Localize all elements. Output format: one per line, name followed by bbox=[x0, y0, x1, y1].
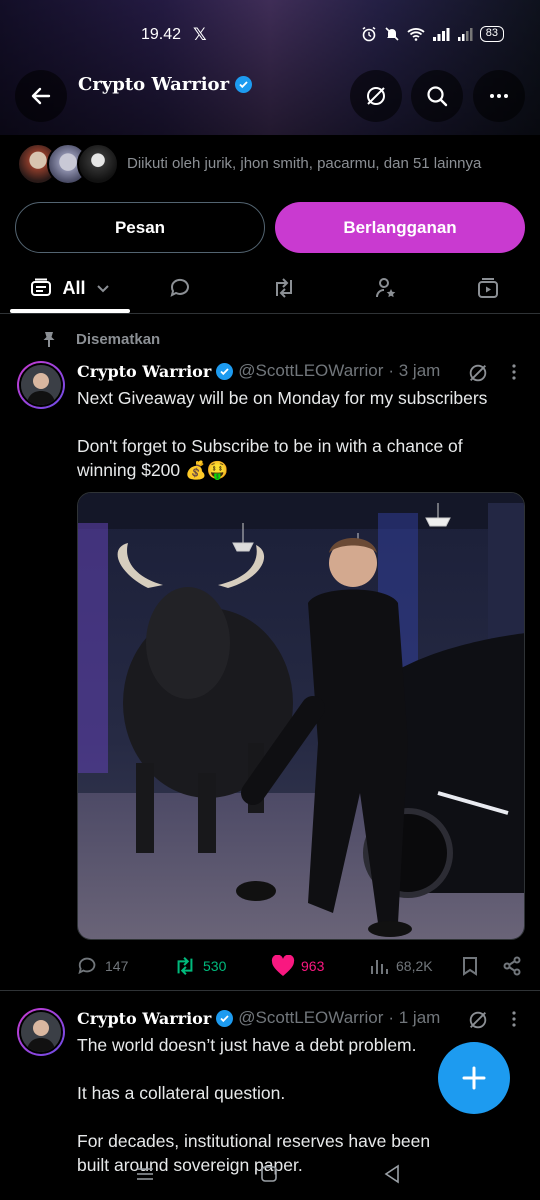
mute-icon bbox=[385, 27, 399, 41]
system-nav-bar bbox=[0, 1158, 540, 1200]
pinned-label: Disematkan bbox=[76, 330, 161, 348]
like-count: 963 bbox=[301, 958, 325, 974]
alarm-icon bbox=[362, 26, 376, 42]
profile-name: Crypto Warrior bbox=[78, 74, 230, 95]
status-bar: 19.42 𝕏 83 bbox=[0, 22, 540, 50]
grok-icon[interactable] bbox=[467, 362, 489, 384]
avatar bbox=[77, 143, 119, 185]
bookmark-icon[interactable] bbox=[461, 956, 479, 976]
profile-name-header: Crypto Warrior bbox=[78, 74, 253, 95]
reply-count: 147 bbox=[105, 958, 129, 974]
heart-icon bbox=[271, 955, 295, 976]
status-icons: 83 bbox=[361, 26, 504, 42]
tab-reposts[interactable] bbox=[258, 262, 310, 314]
post-header: Crypto Warrior @ScottLEOWarrior · 3 jam bbox=[77, 361, 440, 381]
tab-replies[interactable] bbox=[155, 262, 207, 314]
tab-all-label: All bbox=[62, 277, 86, 298]
post-actions: 147 530 963 68,2K bbox=[77, 950, 527, 982]
x-logo-icon: 𝕏 bbox=[193, 25, 207, 44]
repost-button[interactable]: 530 bbox=[173, 950, 226, 982]
post-avatar[interactable] bbox=[17, 361, 65, 409]
post-author-name[interactable]: Crypto Warrior bbox=[77, 362, 211, 381]
more-icon bbox=[490, 94, 508, 98]
verified-badge-icon bbox=[216, 1009, 234, 1027]
signal-2-icon bbox=[457, 28, 473, 41]
media-icon bbox=[478, 278, 498, 298]
top-bar: Crypto Warrior bbox=[0, 70, 540, 122]
pinned-label-row: Disematkan bbox=[40, 330, 160, 348]
battery-indicator: 83 bbox=[479, 26, 504, 42]
tab-subscriptions[interactable] bbox=[360, 262, 412, 314]
grok-button[interactable] bbox=[350, 70, 402, 122]
grok-icon bbox=[367, 87, 385, 105]
post-avatar[interactable] bbox=[17, 1008, 65, 1056]
recents-icon[interactable] bbox=[135, 1166, 155, 1182]
plus-icon bbox=[462, 1066, 486, 1090]
back-nav-icon[interactable] bbox=[383, 1164, 401, 1184]
home-icon[interactable] bbox=[259, 1164, 279, 1184]
compose-button[interactable] bbox=[438, 1042, 510, 1114]
repost-icon bbox=[276, 278, 292, 298]
follower-avatars bbox=[17, 143, 119, 185]
signal-icon bbox=[432, 28, 450, 41]
search-icon bbox=[427, 86, 448, 107]
person-star-icon bbox=[376, 278, 396, 298]
post-image[interactable] bbox=[77, 492, 525, 940]
share-icon[interactable] bbox=[502, 956, 522, 976]
search-button[interactable] bbox=[411, 70, 463, 122]
more-options-button[interactable] bbox=[473, 70, 525, 122]
pin-icon bbox=[43, 332, 55, 347]
subscribe-button[interactable]: Berlangganan bbox=[275, 202, 525, 253]
views-chart-icon bbox=[371, 960, 388, 974]
repost-count: 530 bbox=[203, 958, 227, 974]
repost-icon bbox=[177, 957, 193, 975]
reply-icon bbox=[170, 278, 189, 297]
tab-media[interactable] bbox=[462, 262, 514, 314]
views-button[interactable]: 68,2K bbox=[370, 950, 433, 982]
post-header: Crypto Warrior @ScottLEOWarrior · 1 jam bbox=[77, 1008, 440, 1028]
view-count: 68,2K bbox=[396, 958, 433, 974]
post-menu-icon[interactable] bbox=[506, 1009, 522, 1029]
arrow-left-icon bbox=[31, 87, 51, 105]
wifi-icon bbox=[407, 28, 425, 41]
post-time: · 1 jam bbox=[388, 1008, 441, 1027]
post-handle: @ScottLEOWarrior bbox=[238, 361, 384, 380]
post-menu-icon[interactable] bbox=[506, 362, 522, 382]
followed-by-row[interactable]: Diikuti oleh jurik, jhon smith, pacarmu,… bbox=[0, 140, 540, 188]
verified-badge-icon bbox=[216, 362, 234, 380]
post-text: Next Giveaway will be on Monday for my s… bbox=[77, 388, 488, 480]
verified-badge-icon bbox=[235, 76, 253, 93]
post-text: The world doesn’t just have a debt probl… bbox=[77, 1035, 431, 1175]
feed-icon bbox=[31, 278, 52, 296]
followed-by-text: Diikuti oleh jurik, jhon smith, pacarmu,… bbox=[127, 155, 482, 172]
chevron-down-icon bbox=[96, 285, 109, 293]
post-handle: @ScottLEOWarrior bbox=[238, 1008, 384, 1027]
message-button[interactable]: Pesan bbox=[15, 202, 265, 253]
active-tab-indicator bbox=[10, 309, 130, 313]
post-time: · 3 jam bbox=[388, 361, 441, 380]
grok-icon[interactable] bbox=[467, 1009, 489, 1031]
like-button[interactable]: 963 bbox=[271, 950, 324, 982]
status-time: 19.42 bbox=[141, 26, 182, 43]
post-author-name[interactable]: Crypto Warrior bbox=[77, 1009, 211, 1028]
reply-button[interactable]: 147 bbox=[77, 950, 128, 982]
back-button[interactable] bbox=[15, 70, 67, 122]
divider bbox=[0, 990, 540, 991]
profile-tabs: All bbox=[0, 262, 540, 314]
reply-icon bbox=[78, 957, 96, 975]
tab-all[interactable]: All bbox=[20, 262, 120, 314]
